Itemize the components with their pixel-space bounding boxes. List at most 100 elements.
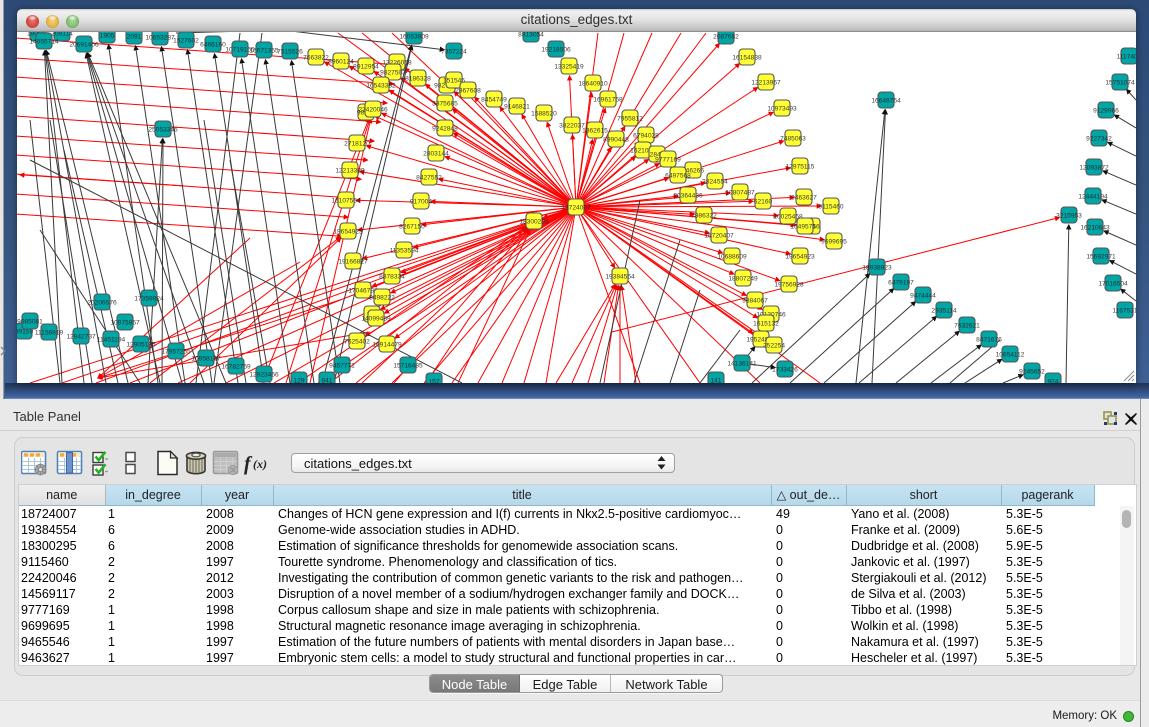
- svg-text:3375685: 3375685: [432, 101, 458, 108]
- svg-text:20691406: 20691406: [69, 42, 99, 49]
- svg-text:129: 129: [293, 378, 304, 384]
- svg-text:11353594: 11353594: [390, 248, 419, 255]
- svg-text:9146821: 9146821: [504, 104, 530, 111]
- svg-text:(x): (x): [253, 457, 267, 471]
- svg-text:1733426: 1733426: [772, 367, 798, 374]
- svg-text:18724007: 18724007: [561, 205, 591, 212]
- svg-text:19218506: 19218506: [541, 47, 571, 54]
- svg-text:7515526: 7515526: [277, 49, 303, 56]
- svg-text:8878334: 8878334: [379, 274, 405, 281]
- svg-text:157: 157: [428, 379, 439, 384]
- svg-text:15716485: 15716485: [393, 363, 423, 370]
- svg-text:209114: 209114: [51, 32, 73, 38]
- svg-text:12975115: 12975115: [786, 164, 815, 171]
- svg-text:14099489: 14099489: [361, 316, 391, 323]
- svg-text:7955812: 7955812: [617, 116, 643, 123]
- svg-text:8267150: 8267150: [399, 224, 425, 231]
- svg-text:8990448: 8990448: [603, 137, 629, 144]
- svg-text:18640910: 18640910: [578, 81, 608, 88]
- svg-text:9827503: 9827503: [380, 70, 406, 77]
- svg-text:10975867: 10975867: [110, 320, 140, 327]
- svg-text:62160: 62160: [754, 199, 773, 206]
- svg-text:15720407: 15720407: [704, 233, 734, 240]
- svg-text:917004: 917004: [410, 199, 432, 206]
- svg-text:16543382: 16543382: [366, 83, 396, 90]
- svg-text:10973493: 10973493: [767, 106, 797, 113]
- svg-text:11156819: 11156819: [35, 330, 64, 337]
- svg-text:20206576: 20206576: [87, 300, 117, 307]
- svg-text:12923466: 12923466: [249, 372, 279, 379]
- svg-text:12444194: 12444194: [1078, 194, 1108, 201]
- svg-text:1362615: 1362615: [582, 128, 608, 135]
- svg-text:12093872: 12093872: [1079, 165, 1109, 172]
- svg-text:9463627: 9463627: [791, 195, 817, 202]
- svg-text:1527602: 1527602: [173, 38, 199, 45]
- svg-text:14136141: 14136141: [727, 361, 757, 368]
- svg-text:17016504: 17016504: [1098, 281, 1128, 288]
- svg-text:9129966: 9129966: [1093, 108, 1119, 115]
- svg-text:16210643: 16210643: [1080, 225, 1110, 232]
- svg-text:7357224: 7357224: [441, 49, 467, 56]
- svg-text:8912954: 8912954: [353, 64, 379, 71]
- svg-text:7485063: 7485063: [780, 136, 806, 143]
- svg-text:19166827: 19166827: [338, 259, 368, 266]
- svg-text:9245652: 9245652: [1019, 369, 1045, 376]
- svg-text:1167531: 1167531: [1112, 308, 1136, 315]
- svg-text:9085081: 9085081: [17, 319, 43, 326]
- svg-text:2935114: 2935114: [931, 308, 957, 315]
- svg-text:9115460: 9115460: [818, 204, 844, 211]
- svg-text:16914479: 16914479: [372, 342, 402, 349]
- svg-text:8960124: 8960124: [328, 59, 354, 66]
- svg-text:22420046: 22420046: [358, 107, 388, 114]
- svg-text:17957255: 17957255: [161, 349, 191, 356]
- svg-text:1588520: 1588520: [531, 111, 557, 118]
- svg-text:6479197: 6479197: [888, 280, 914, 287]
- svg-text:17359924: 17359924: [134, 296, 164, 303]
- svg-text:6497568: 6497568: [665, 173, 691, 180]
- svg-text:9457771: 9457771: [329, 363, 355, 370]
- svg-text:11451194: 11451194: [97, 337, 126, 344]
- svg-text:8498222: 8498222: [369, 295, 395, 302]
- svg-text:9777169: 9777169: [655, 157, 681, 164]
- svg-text:19756928: 19756928: [774, 282, 804, 289]
- svg-text:10688609: 10688609: [717, 254, 747, 261]
- svg-text:1117404: 1117404: [1117, 54, 1136, 61]
- svg-text:25053346: 25053346: [148, 127, 178, 134]
- svg-text:10958107: 10958107: [191, 356, 221, 363]
- svg-text:8454749: 8454749: [481, 97, 507, 104]
- svg-text:8813054: 8813054: [518, 32, 544, 39]
- svg-text:18300295: 18300295: [519, 219, 549, 226]
- svg-text:7632621: 7632621: [954, 323, 980, 330]
- svg-text:16961758: 16961758: [593, 97, 623, 104]
- svg-text:12213389: 12213389: [335, 168, 365, 175]
- svg-text:941: 941: [321, 378, 332, 384]
- svg-text:12213967: 12213967: [751, 80, 781, 87]
- svg-text:2803144: 2803144: [423, 151, 449, 158]
- svg-text:9699695: 9699695: [821, 239, 847, 246]
- svg-text:10653287: 10653287: [145, 35, 175, 42]
- svg-text:6466160: 6466160: [200, 42, 226, 49]
- svg-text:14055714: 14055714: [29, 39, 59, 46]
- svg-text:141: 141: [710, 378, 721, 384]
- svg-text:12942737: 12942737: [66, 334, 96, 341]
- svg-text:3824554: 3824554: [702, 179, 728, 186]
- svg-text:924: 924: [1047, 379, 1058, 384]
- svg-text:16782759: 16782759: [221, 364, 251, 371]
- svg-text:9227342: 9227342: [1086, 136, 1112, 143]
- svg-text:12905135: 12905135: [126, 342, 156, 349]
- svg-text:15751074: 15751074: [1105, 80, 1135, 87]
- svg-text:252254: 252254: [763, 343, 785, 350]
- svg-text:20364436: 20364436: [673, 193, 703, 200]
- svg-text:16671355: 16671355: [249, 48, 279, 55]
- svg-text:2718120: 2718120: [344, 141, 370, 148]
- svg-text:18807249: 18807249: [728, 276, 758, 283]
- svg-text:19384554: 19384554: [605, 274, 635, 281]
- svg-text:9474444: 9474444: [910, 293, 936, 300]
- svg-text:8186328: 8186328: [405, 76, 431, 83]
- svg-text:7625402: 7625402: [344, 339, 370, 346]
- svg-text:7986322: 7986322: [691, 213, 717, 220]
- svg-text:2091: 2091: [127, 34, 142, 41]
- svg-text:8427552: 8427552: [416, 175, 442, 182]
- svg-text:10807487: 10807487: [725, 190, 755, 197]
- svg-text:9884067: 9884067: [742, 298, 768, 305]
